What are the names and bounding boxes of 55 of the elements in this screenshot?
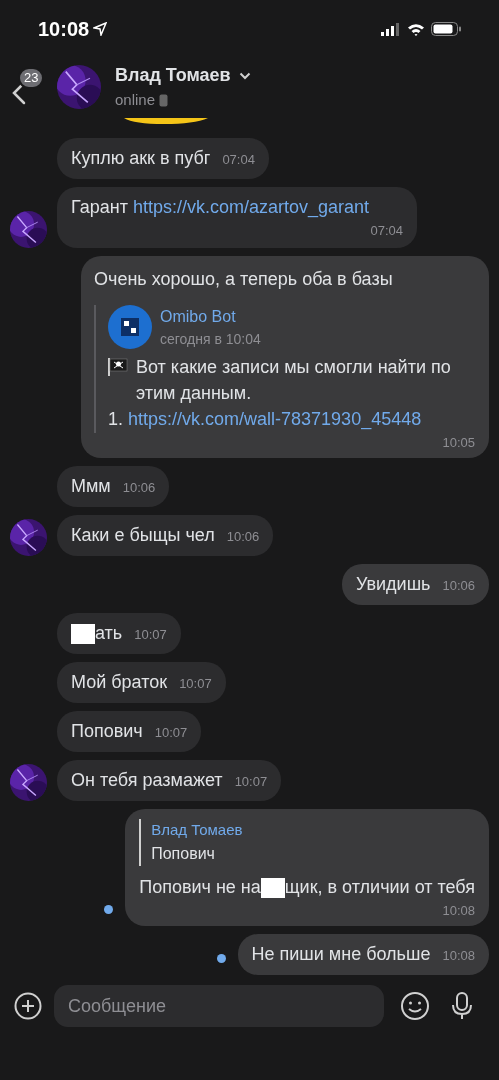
forward-text: Вот какие записи мы смогли найти по этим данным. bbox=[136, 355, 452, 405]
message-text: щик, в отличии от тебя bbox=[284, 876, 475, 897]
clock-time: 10:08 bbox=[38, 17, 90, 42]
unread-count-badge: 23 bbox=[18, 67, 45, 89]
message-input[interactable]: Сообщение bbox=[54, 985, 384, 1027]
avatar-image bbox=[10, 210, 47, 248]
message-time: 10:07 bbox=[134, 626, 167, 644]
message-time: 10:07 bbox=[154, 724, 188, 742]
online-status: online bbox=[115, 90, 156, 111]
message-text: Он тебя размажет bbox=[71, 770, 223, 790]
wifi-icon bbox=[407, 22, 425, 36]
chevron-down-icon[interactable] bbox=[238, 71, 251, 80]
list-number: 1. bbox=[108, 408, 124, 429]
message-time: 10:08 bbox=[442, 901, 475, 920]
pirate-flag-icon bbox=[108, 357, 128, 376]
redaction-block bbox=[71, 624, 95, 645]
message-time: 10:06 bbox=[122, 479, 156, 497]
avatar-image bbox=[10, 764, 47, 801]
forward-date: сегодня в 10:04 bbox=[160, 329, 261, 349]
message-text: Ммм bbox=[71, 476, 111, 496]
message-text: Очень хорошо, а теперь оба в базы bbox=[94, 267, 394, 291]
message-text: Не пиши мне больше bbox=[251, 944, 431, 964]
microphone-icon[interactable] bbox=[450, 991, 474, 1021]
message-time: 10:07 bbox=[234, 773, 268, 791]
message-time: 10:07 bbox=[179, 675, 212, 693]
quote-author[interactable]: Влад Томаев bbox=[151, 819, 475, 842]
message-text: Увидишь bbox=[356, 574, 431, 594]
message-time: 10:06 bbox=[226, 528, 260, 546]
message-text: Мой браток bbox=[71, 672, 168, 692]
bot-avatar-icon bbox=[108, 305, 152, 349]
link[interactable]: https://vk.com/wall-78371930_45448 bbox=[128, 408, 422, 429]
avatar-image bbox=[10, 519, 47, 556]
forward-author[interactable]: Omibo Bot bbox=[160, 304, 261, 329]
quote-text: Попович bbox=[151, 843, 216, 864]
emoji-icon[interactable] bbox=[400, 991, 430, 1021]
message-time: 10:06 bbox=[442, 577, 475, 595]
message-text: ать bbox=[95, 623, 123, 643]
location-arrow-icon bbox=[93, 22, 108, 36]
phone-icon bbox=[159, 94, 169, 107]
message-time: 07:04 bbox=[370, 222, 403, 240]
message-text: Попович bbox=[71, 721, 143, 741]
redaction-block bbox=[260, 877, 285, 898]
link[interactable]: https://vk.com/azartov_garant bbox=[132, 197, 370, 217]
contact-name[interactable]: Влад Томаев bbox=[115, 62, 231, 90]
signal-icon bbox=[381, 22, 401, 36]
message-time: 07:04 bbox=[222, 151, 255, 169]
message-text: Куплю акк в пубг bbox=[71, 148, 211, 168]
avatar-image bbox=[57, 65, 101, 109]
message-text: Каки е быщы чел bbox=[71, 525, 215, 545]
battery-icon bbox=[431, 22, 461, 36]
message-time: 10:08 bbox=[442, 947, 475, 965]
add-icon[interactable] bbox=[14, 992, 42, 1020]
message-text: Гарант bbox=[71, 197, 129, 217]
message-time: 10:05 bbox=[442, 433, 475, 452]
message-text: Попович не на bbox=[139, 876, 261, 897]
